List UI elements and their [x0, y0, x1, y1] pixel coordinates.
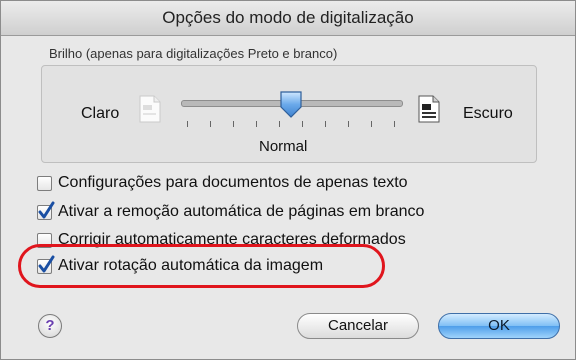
brightness-slider-thumb[interactable] — [279, 90, 303, 118]
option-label: Ativar a remoção automática de páginas e… — [58, 203, 425, 220]
brightness-group-label: Brilho (apenas para digitalizações Preto… — [49, 46, 338, 61]
dark-document-icon — [418, 95, 440, 123]
brightness-value-label: Normal — [259, 138, 308, 155]
option-label: Configurações para documentos de apenas … — [58, 174, 408, 191]
option-blank-page-removal[interactable]: Ativar a remoção automática de páginas e… — [37, 201, 424, 223]
red-highlight-outline — [18, 244, 385, 288]
checkmark-icon — [38, 201, 55, 218]
light-document-icon — [139, 95, 161, 123]
brightness-light-label: Claro — [81, 105, 120, 122]
dialog-title: Opções do modo de digitalização — [1, 1, 575, 36]
option-text-only-documents[interactable]: Configurações para documentos de apenas … — [37, 172, 408, 194]
help-button[interactable]: ? — [38, 314, 62, 338]
checkbox-checked[interactable] — [37, 201, 55, 220]
ok-button[interactable]: OK — [438, 313, 560, 339]
cancel-button[interactable]: Cancelar — [297, 313, 419, 339]
checkbox[interactable] — [37, 175, 52, 191]
scan-mode-options-dialog: Opções do modo de digitalização Brilho (… — [0, 0, 576, 360]
slider-ticks — [187, 121, 397, 129]
brightness-dark-label: Escuro — [463, 105, 513, 122]
